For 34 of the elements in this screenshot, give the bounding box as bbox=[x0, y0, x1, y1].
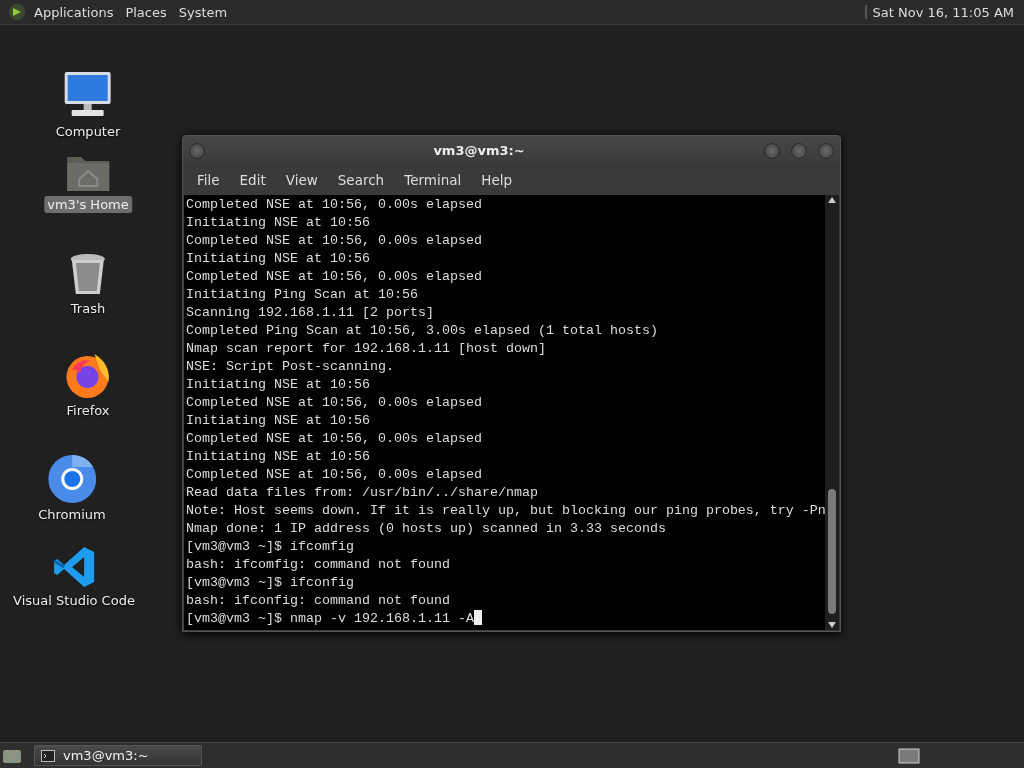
desktop-icon-label[interactable]: Firefox bbox=[63, 402, 113, 419]
desktop-icon-label[interactable]: Trash bbox=[67, 300, 109, 317]
workspace-switcher-icon[interactable] bbox=[898, 747, 920, 764]
window-menu-button[interactable] bbox=[189, 142, 205, 159]
close-button[interactable] bbox=[818, 142, 834, 159]
menu-item[interactable]: Search bbox=[327, 172, 395, 188]
maximize-button[interactable] bbox=[791, 142, 807, 159]
desktop-icon-label[interactable]: Computer bbox=[52, 123, 124, 140]
desktop-icon-label[interactable]: Chromium bbox=[35, 506, 109, 523]
show-desktop-icon[interactable] bbox=[2, 747, 22, 764]
menu-item[interactable]: File bbox=[187, 172, 230, 188]
desktop-icon-label[interactable]: Visual Studio Code bbox=[10, 592, 138, 609]
terminal-icon bbox=[41, 749, 55, 762]
desktop-icon-label[interactable]: vm3's Home bbox=[44, 196, 132, 213]
code-editor-icon[interactable] bbox=[52, 545, 96, 589]
app-menu-icon[interactable] bbox=[8, 3, 26, 21]
globe-icon[interactable] bbox=[48, 455, 96, 503]
minimize-button[interactable] bbox=[764, 142, 780, 159]
clock: Sat Nov 16, 11:05 AM bbox=[872, 4, 1015, 20]
scroll-down-icon[interactable] bbox=[828, 622, 836, 628]
taskbar-button[interactable]: vm3@vm3:~ bbox=[34, 745, 202, 766]
terminal-output: Completed NSE at 10:56, 0.00s elapsed Initiating NSE at 10:56 Completed NSE at 10:56, 0.00s elapsed Initiating NSE at 10:56 Completed NSE at 10:56, 0.00s elapsed Initiating Ping Scan at 10:56 Scanning 192.168.1.11 [2 ports] Completed Ping Scan at 10:56, 3.00s elapsed (1 total hosts) Nmap scan report for 192.168.1.11 [host down] NSE: Script Post-scanning. Initiating NSE at 10:56 Completed NSE at 10:56, 0.00s elapsed Initiating NSE at 10:56 Completed NSE at 10:56, 0.00s elapsed Initiating NSE at 10:56 Completed NSE at 10:56, 0.00s elapsed Read data files from: /usr/bin/../share/nmap Note: Host seems down. If it is really up, but blocking our ping probes, try -Pn Nmap done: 1 IP address (0 hosts up) scanned in 3.33 seconds [vm3@vm3 ~]$ ifcomfig bash: ifcomfig: command not found [vm3@vm3 ~]$ ifconfig bash: ifconfig: command not found [vm3@vm3 ~]$ nmap -v 192.168.1.11 -A bbox=[185, 196, 825, 628]
scrollbar-thumb[interactable] bbox=[828, 489, 836, 614]
panel-menu[interactable]: Places bbox=[119, 4, 173, 20]
scroll-up-icon[interactable] bbox=[828, 197, 836, 203]
panel-menu[interactable]: System bbox=[172, 4, 234, 20]
menu-item[interactable]: Help bbox=[471, 172, 523, 188]
trash-icon[interactable] bbox=[69, 253, 107, 297]
menu-item[interactable]: Edit bbox=[229, 172, 276, 188]
menu-item[interactable]: View bbox=[275, 172, 328, 188]
scrollbar[interactable] bbox=[825, 195, 839, 630]
menu-item[interactable]: Terminal bbox=[394, 172, 472, 188]
panel-menu[interactable]: Applications bbox=[28, 4, 120, 20]
window-title: vm3@vm3:~ bbox=[432, 143, 526, 158]
